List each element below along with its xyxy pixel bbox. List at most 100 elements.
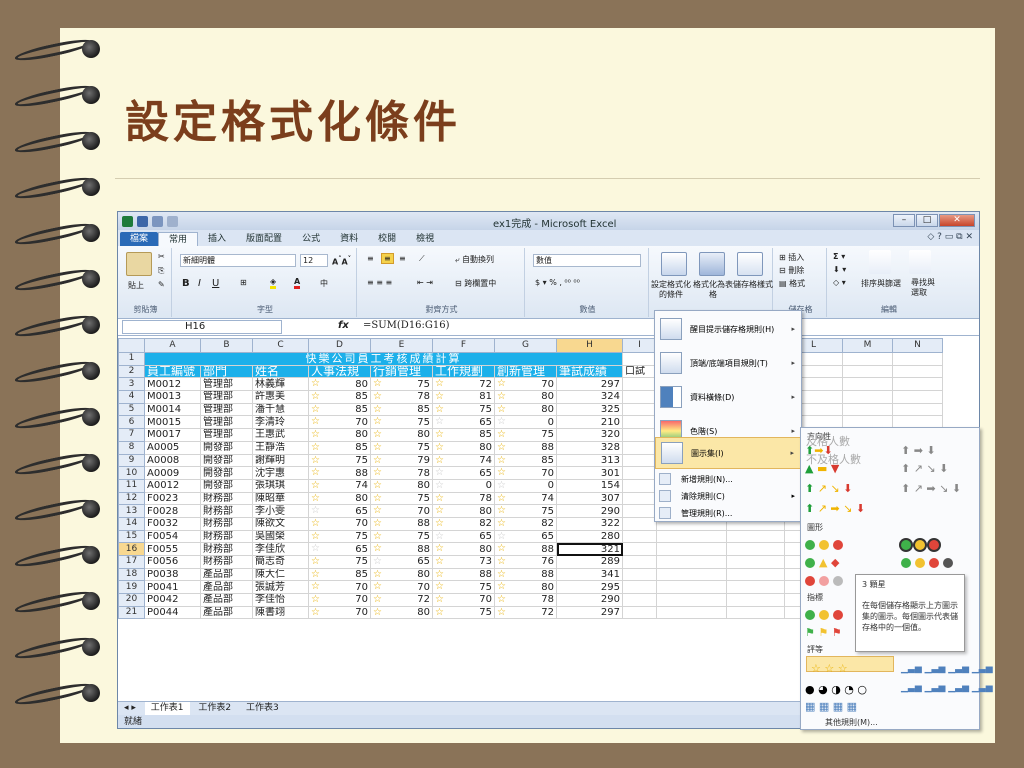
cell-total[interactable]: 295 — [556, 580, 623, 595]
cell-score[interactable]: ☆ 75 — [308, 529, 371, 544]
cell-score[interactable]: ☆ 85 — [308, 402, 371, 417]
cell-score[interactable]: ☆ 75 — [432, 605, 495, 620]
quarters-5[interactable]: ● ◕ ◑ ◔ ○ — [805, 683, 867, 696]
cell[interactable] — [842, 364, 893, 379]
more-rules-link[interactable]: 其他規則(M)... — [825, 717, 878, 728]
cell-score[interactable]: ☆ 73 — [432, 555, 495, 569]
flags-3[interactable]: ⚑ ⚑ ⚑ — [805, 626, 842, 639]
column-title[interactable]: 口試 — [622, 364, 657, 379]
cell-score[interactable]: ☆ 65 — [432, 529, 495, 544]
cell-score[interactable]: ☆ 75 — [432, 402, 495, 417]
cell-total[interactable]: 290 — [556, 504, 623, 518]
cell-score[interactable]: ☆ 65 — [432, 415, 495, 430]
cell[interactable] — [892, 377, 943, 392]
cell-score[interactable]: ☆ 72 — [370, 593, 433, 607]
column-header[interactable]: F — [432, 338, 495, 353]
cell[interactable] — [726, 555, 785, 569]
font-size-select[interactable]: 12 — [300, 254, 328, 267]
signal-bars-4[interactable]: ▁▃▅ ▁▃▅ ▁▃▅ ▁▃▅ — [901, 664, 993, 674]
cell-score[interactable]: ☆ 70 — [308, 415, 371, 430]
column-title[interactable]: 員工編號 — [144, 364, 201, 379]
cell[interactable] — [726, 605, 785, 620]
cell-score[interactable]: ☆ 85 — [308, 440, 371, 455]
cell-score[interactable]: ☆ 74 — [494, 491, 557, 506]
row-header[interactable]: 20 — [118, 593, 145, 607]
cell-score[interactable]: ☆ 88 — [494, 440, 557, 455]
arrows-4-colored[interactable]: ⬆ ↗ ↘ ⬇ — [805, 482, 852, 495]
conditional-format-icon[interactable] — [661, 252, 687, 276]
row-header[interactable]: 17 — [118, 555, 145, 569]
cell-score[interactable]: ☆ 80 — [370, 428, 433, 442]
cell-id[interactable]: P0042 — [144, 593, 201, 607]
cell-name[interactable]: 陳大仁 — [252, 567, 309, 582]
column-title[interactable]: 創新管理 — [494, 364, 557, 379]
cell-total[interactable]: 290 — [556, 593, 623, 607]
cell-dept[interactable]: 財務部 — [200, 516, 253, 531]
sheet-tab-1[interactable]: 工作表1 — [144, 702, 190, 715]
cell[interactable] — [622, 593, 657, 607]
cell-id[interactable]: M0012 — [144, 377, 201, 392]
cell[interactable] — [622, 415, 657, 430]
font-color-icon[interactable]: A — [294, 277, 301, 289]
cell-id[interactable]: A0012 — [144, 478, 201, 493]
row-header[interactable]: 7 — [118, 428, 145, 442]
cell-score[interactable]: ☆ 0 — [494, 415, 557, 430]
align-top-icon[interactable]: ≡ — [367, 254, 374, 263]
minimize-button[interactable]: – — [893, 214, 915, 227]
menu-highlight-rules[interactable]: 醒目提示儲存格規則(H) ▸ — [655, 313, 801, 345]
sheet-nav-icon[interactable]: ◂ ▸ — [118, 702, 142, 715]
row-header[interactable]: 5 — [118, 402, 145, 417]
align-bottom-icon[interactable]: ≡ — [399, 254, 406, 263]
cell-total[interactable]: 297 — [556, 377, 623, 392]
cell[interactable] — [622, 491, 657, 506]
undo-icon[interactable] — [152, 215, 163, 227]
format-cells-button[interactable]: ▤ 格式 — [779, 278, 805, 289]
row-header[interactable]: 2 — [118, 364, 145, 379]
cell[interactable] — [842, 377, 893, 392]
cell-score[interactable]: ☆ 80 — [494, 580, 557, 595]
cell-name[interactable]: 李佳怡 — [252, 593, 309, 607]
cell-dept[interactable]: 管理部 — [200, 377, 253, 392]
cell-total[interactable]: 328 — [556, 440, 623, 455]
menu-data-bars[interactable]: 資料橫條(D) ▸ — [655, 381, 801, 413]
format-as-table-button[interactable]: 格式化為表格 — [693, 280, 733, 300]
cell-score[interactable]: ☆ 65 — [308, 504, 371, 518]
tab-file[interactable]: 檔案 — [120, 232, 159, 246]
paste-button[interactable]: 貼上 — [128, 280, 144, 291]
cell-name[interactable]: 李小雯 — [252, 504, 309, 518]
column-header[interactable]: I — [622, 338, 657, 353]
cell-score[interactable]: ☆ 70 — [494, 377, 557, 392]
cell-score[interactable]: ☆ 72 — [494, 605, 557, 620]
cell-score[interactable]: ☆ 75 — [370, 440, 433, 455]
cell[interactable] — [842, 402, 893, 417]
select-all-corner[interactable] — [118, 338, 145, 353]
cell-id[interactable]: M0014 — [144, 402, 201, 417]
cell[interactable] — [622, 440, 657, 455]
sheet-banner-title[interactable]: 快樂公司員工考核成績計算 — [144, 352, 623, 366]
cell-total[interactable]: 313 — [556, 453, 623, 468]
cell-name[interactable]: 王惠武 — [252, 428, 309, 442]
cell[interactable] — [622, 529, 657, 544]
cell-id[interactable]: M0013 — [144, 390, 201, 404]
row-header[interactable]: 19 — [118, 580, 145, 595]
maximize-button[interactable]: □ — [916, 214, 938, 227]
cell-score[interactable]: ☆ 81 — [432, 390, 495, 404]
column-title[interactable]: 筆試成績 — [556, 364, 623, 379]
cell-id[interactable]: F0023 — [144, 491, 201, 506]
column-header[interactable]: A — [144, 338, 201, 353]
find-select-icon[interactable] — [909, 250, 931, 274]
cell[interactable] — [622, 555, 657, 569]
delete-cells-button[interactable]: ⊟ 刪除 — [779, 265, 804, 276]
merge-center-button[interactable]: ⊟ 跨欄置中 — [455, 278, 496, 289]
cell-score[interactable]: ☆ 85 — [370, 402, 433, 417]
traffic-lights-3[interactable] — [805, 538, 847, 551]
cut-icon[interactable]: ✂ — [158, 252, 165, 261]
column-header[interactable]: D — [308, 338, 371, 353]
tab-page-layout[interactable]: 版面配置 — [236, 232, 292, 246]
cell-name[interactable]: 李清玲 — [252, 415, 309, 430]
column-title[interactable]: 人事法規 — [308, 364, 371, 379]
border-icon[interactable]: ⊞ — [240, 278, 247, 287]
cell-score[interactable]: ☆ 88 — [370, 542, 433, 556]
tab-home[interactable]: 常用 — [158, 232, 199, 246]
cell-name[interactable]: 張誠芳 — [252, 580, 309, 595]
